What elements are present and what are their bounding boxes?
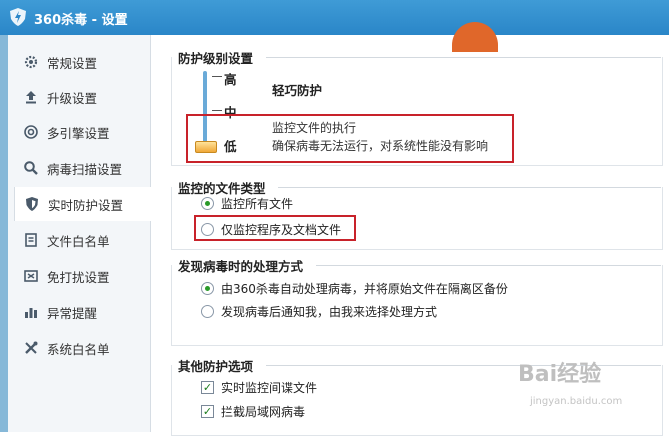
option-lan-virus-block[interactable]: ✓ 拦截局域网病毒: [201, 403, 305, 420]
sidebar-item-general[interactable]: 常规设置: [14, 45, 150, 79]
option-label: 拦截局域网病毒: [221, 405, 306, 419]
sidebar-item-label: 实时防护设置: [48, 197, 124, 213]
sidebar-item-multi-engine[interactable]: 多引擎设置: [14, 115, 150, 149]
highlight-box-level: [186, 114, 514, 163]
sidebar-edge: [0, 35, 8, 432]
checkbox[interactable]: ✓: [201, 381, 214, 394]
sidebar-item-label: 常规设置: [47, 55, 98, 71]
sidebar-item-label: 系统白名单: [47, 341, 110, 357]
highlight-box-file-type: [194, 215, 356, 241]
current-level-name: 轻巧防护: [272, 83, 323, 98]
option-label: 由360杀毒自动处理病毒，并将原始文件在隔离区备份: [221, 282, 508, 296]
sidebar-item-label: 多引擎设置: [47, 125, 110, 141]
file-icon: [23, 232, 39, 248]
sidebar-item-label: 病毒扫描设置: [47, 161, 123, 177]
tick-medium: [212, 110, 222, 111]
sidebar-item-label: 升级设置: [47, 90, 98, 106]
option-label: 发现病毒后通知我，由我来选择处理方式: [221, 305, 438, 319]
option-monitor-all-files[interactable]: 监控所有文件: [201, 195, 293, 212]
checkbox[interactable]: ✓: [201, 405, 214, 418]
no-disturb-icon: [23, 268, 39, 284]
app-logo-icon: [10, 8, 26, 26]
option-spyware-monitor[interactable]: ✓ 实时监控间谍文件: [201, 379, 317, 396]
engine-icon: [23, 124, 39, 140]
sidebar-item-anomaly-alert[interactable]: 异常提醒: [14, 295, 150, 329]
option-label: 实时监控间谍文件: [221, 381, 318, 395]
sidebar-item-no-disturb[interactable]: 免打扰设置: [14, 259, 150, 293]
shield-icon: [24, 196, 40, 212]
radio-button[interactable]: [201, 305, 214, 318]
sidebar-item-virus-scan[interactable]: 病毒扫描设置: [14, 151, 150, 185]
option-label: 监控所有文件: [221, 197, 294, 211]
sidebar-item-upgrade[interactable]: 升级设置: [14, 80, 150, 114]
sidebar-item-file-whitelist[interactable]: 文件白名单: [14, 223, 150, 257]
search-icon: [23, 160, 39, 176]
upload-icon: [23, 89, 39, 105]
tools-icon: [23, 340, 39, 356]
sidebar-item-system-whitelist[interactable]: 系统白名单: [14, 331, 150, 365]
sidebar-item-label: 异常提醒: [47, 305, 98, 321]
watermark-brand: Bai经验: [518, 362, 602, 387]
sidebar-item-label: 文件白名单: [47, 233, 110, 249]
gear-icon: [23, 54, 39, 70]
sidebar-item-label: 免打扰设置: [47, 269, 110, 285]
radio-button[interactable]: [201, 282, 214, 295]
sidebar: 常规设置 升级设置 多引擎设置 病毒扫描设置 实时防护设置 文件白名单 免打扰设…: [0, 35, 151, 432]
level-high-label[interactable]: 高: [224, 69, 237, 88]
chart-icon: [23, 304, 39, 320]
option-auto-handle[interactable]: 由360杀毒自动处理病毒，并将原始文件在隔离区备份: [201, 280, 508, 297]
radio-button[interactable]: [201, 197, 214, 210]
option-notify-me[interactable]: 发现病毒后通知我，由我来选择处理方式: [201, 303, 437, 320]
title-bar: 360杀毒 - 设置: [0, 0, 669, 35]
sidebar-item-realtime-protection[interactable]: 实时防护设置: [14, 187, 151, 221]
watermark-url: jingyan.baidu.com: [530, 396, 623, 407]
tick-high: [212, 76, 222, 77]
window-title: 360杀毒 - 设置: [34, 13, 128, 28]
